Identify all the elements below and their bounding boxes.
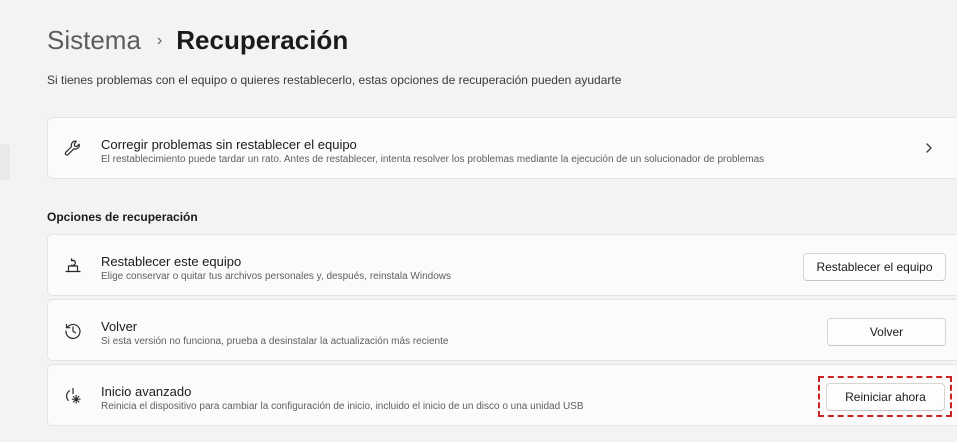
troubleshoot-title: Corregir problemas sin restablecer el eq… — [101, 137, 357, 152]
reset-pc-description: Elige conservar o quitar tus archivos pe… — [101, 271, 451, 282]
breadcrumb-parent-link[interactable]: Sistema — [47, 25, 141, 56]
advanced-startup-icon — [62, 385, 84, 407]
history-icon — [62, 320, 84, 342]
go-back-description: Si esta versión no funciona, prueba a de… — [101, 336, 449, 347]
nav-edge — [0, 144, 10, 180]
go-back-button[interactable]: Volver — [827, 318, 946, 346]
highlight-frame — [818, 376, 952, 417]
advanced-startup-description: Reinicia el dispositivo para cambiar la … — [101, 401, 584, 412]
section-header: Opciones de recuperación — [47, 210, 198, 224]
breadcrumb: Sistema › Recuperación — [47, 22, 348, 58]
breadcrumb-separator: › — [156, 32, 163, 49]
go-back-title: Volver — [101, 319, 138, 334]
advanced-startup-title: Inicio avanzado — [101, 384, 192, 399]
reset-pc-title: Restablecer este equipo — [101, 254, 242, 269]
troubleshoot-description: El restablecimiento puede tardar un rato… — [101, 154, 765, 165]
go-back-card: Volver Si esta versión no funciona, prue… — [47, 299, 957, 361]
reset-pc-button[interactable]: Restablecer el equipo — [803, 253, 946, 281]
troubleshoot-card[interactable]: Corregir problemas sin restablecer el eq… — [47, 117, 957, 179]
wrench-icon — [62, 138, 84, 160]
page-subtitle: Si tienes problemas con el equipo o quie… — [47, 73, 622, 87]
reset-pc-icon — [62, 255, 84, 277]
page-title: Recuperación — [176, 24, 349, 55]
chevron-right-icon — [922, 140, 936, 156]
